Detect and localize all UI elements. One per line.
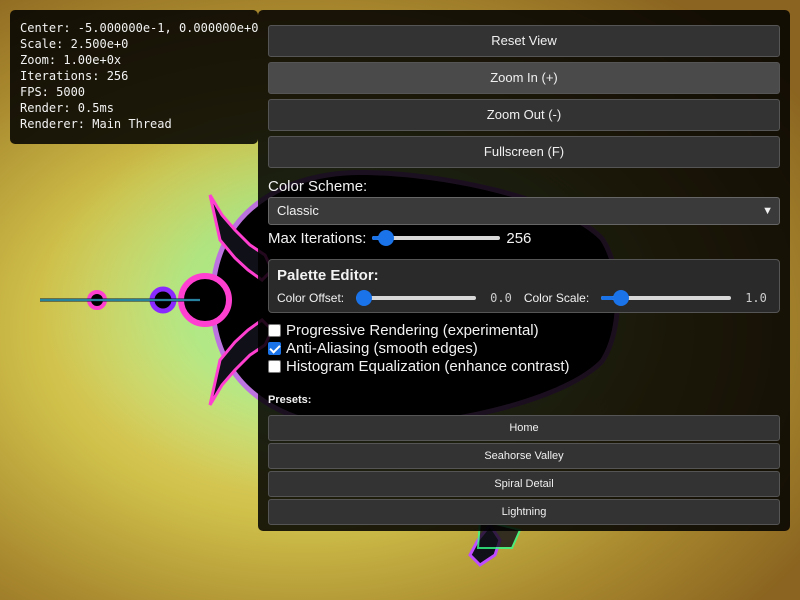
options-list: Progressive Rendering (experimental) Ant… [268,321,780,375]
palette-editor-title: Palette Editor: [277,267,379,284]
option-anti-aliasing[interactable]: Anti-Aliasing (smooth edges) [268,339,780,357]
slider-thumb[interactable] [377,230,394,246]
slider-thumb[interactable] [612,290,629,306]
fullscreen-button[interactable]: Fullscreen (F) [268,136,780,168]
slider-thumb[interactable] [356,290,373,306]
color-scheme-label: Color Scheme: [268,178,368,195]
render-time-readout: Render: 0.5ms [20,101,114,115]
option-label: Histogram Equalization (enhance contrast… [286,357,570,375]
max-iterations-label: Max Iterations: [268,229,367,247]
color-scheme-value: Classic [277,203,319,218]
chevron-down-icon: ▼ [762,205,773,217]
color-scheme-select[interactable]: Classic ▼ [268,197,780,225]
option-label: Progressive Rendering (experimental) [286,321,539,339]
progressive-rendering-checkbox[interactable] [268,323,281,337]
color-scale-label: Color Scale: [523,291,590,305]
info-overlay: Center: -5.000000e-1, 0.000000e+0 Scale:… [10,10,258,144]
fps-readout: FPS: 5000 [20,85,86,99]
presets-list: Home Seahorse Valley Spiral Detail Light… [268,415,780,525]
color-scale-value: 1.0 [745,291,767,305]
option-progressive-rendering[interactable]: Progressive Rendering (experimental) [268,321,780,339]
renderer-readout: Renderer: Main Thread [20,117,172,131]
anti-aliasing-checkbox[interactable] [268,341,281,355]
color-offset-label: Color Offset: [277,291,345,305]
color-offset-value: 0.0 [490,291,512,305]
option-label: Anti-Aliasing (smooth edges) [286,339,478,357]
reset-view-button[interactable]: Reset View [268,25,780,57]
preset-lightning-button[interactable]: Lightning [268,499,780,525]
zoom-out-button[interactable]: Zoom Out (-) [268,99,780,131]
preset-spiral-detail-button[interactable]: Spiral Detail [268,471,780,497]
max-iterations-row: Max Iterations: 256 [268,227,780,249]
presets-heading: Presets: [268,394,312,406]
palette-editor: Palette Editor: Color Offset: 0.0 Color … [268,259,780,313]
max-iterations-value: 256 [506,229,532,247]
max-iterations-slider[interactable] [372,230,501,246]
slider-track [356,296,477,300]
histogram-equalization-checkbox[interactable] [268,359,281,373]
iterations-readout: Iterations: 256 [20,69,129,83]
preset-seahorse-valley-button[interactable]: Seahorse Valley [268,443,780,469]
zoom-readout: Zoom: 1.00e+0x [20,53,122,67]
color-scale-slider[interactable] [601,290,732,306]
color-offset-slider[interactable] [356,290,477,306]
option-histogram-equalization[interactable]: Histogram Equalization (enhance contrast… [268,357,780,375]
zoom-in-button[interactable]: Zoom In (+) [268,62,780,94]
center-readout: Center: -5.000000e-1, 0.000000e+0 [20,21,259,35]
preset-home-button[interactable]: Home [268,415,780,441]
scale-readout: Scale: 2.500e+0 [20,37,129,51]
control-panel: Reset View Zoom In (+) Zoom Out (-) Full… [258,10,790,531]
palette-row: Color Offset: 0.0 Color Scale: 1.0 [277,290,771,306]
